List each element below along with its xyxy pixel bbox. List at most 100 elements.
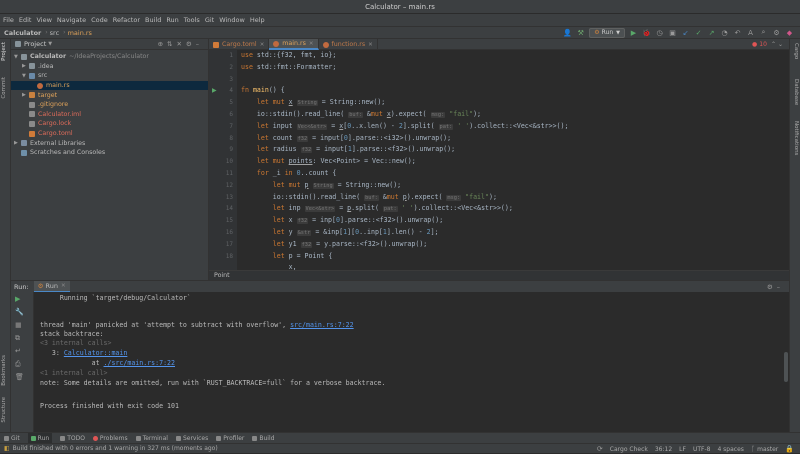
build-hammer-icon[interactable]: ⚒ <box>576 28 585 37</box>
frame-link[interactable]: Calculator::main <box>64 349 128 357</box>
tab-function-rs[interactable]: function.rs ✕ <box>319 39 378 50</box>
tree-item-cargo-toml[interactable]: Cargo.toml <box>11 129 208 139</box>
restore-layout-icon[interactable]: ⧉ <box>15 334 20 343</box>
tool-problems[interactable]: Problems <box>92 435 128 442</box>
coverage-icon[interactable]: ▣ <box>668 28 677 37</box>
tree-item-scratches[interactable]: Scratches and Consoles <box>11 148 208 158</box>
cargo-check-widget[interactable]: Cargo Check <box>610 446 648 453</box>
minimize-icon[interactable]: – <box>777 283 784 291</box>
git-push-icon[interactable]: ↗ <box>707 28 716 37</box>
menu-view[interactable]: View <box>36 14 51 26</box>
run-panel-actions[interactable]: ⚙– <box>767 283 784 291</box>
menu-navigate[interactable]: Navigate <box>57 14 86 26</box>
chevron-down-icon[interactable]: ▼ <box>48 41 52 47</box>
revert-icon[interactable]: ↶ <box>733 28 742 37</box>
git-update-icon[interactable]: ↙ <box>681 28 690 37</box>
menu-build[interactable]: Build <box>145 14 161 26</box>
chevron-down-icon[interactable]: ⌄ <box>778 41 783 48</box>
tool-bookmarks[interactable]: Bookmarks <box>1 355 7 386</box>
debug-icon[interactable]: 🐞 <box>642 28 651 37</box>
translate-icon[interactable]: A <box>746 28 755 37</box>
run-icon[interactable]: ▶ <box>629 28 638 37</box>
git-branch[interactable]: master <box>757 446 778 453</box>
close-icon[interactable]: ✕ <box>260 42 265 48</box>
git-commit-icon[interactable]: ✓ <box>694 28 703 37</box>
menu-code[interactable]: Code <box>91 14 108 26</box>
console-scrollbar[interactable] <box>784 352 788 382</box>
tree-item-external-libraries[interactable]: ▶ External Libraries <box>11 138 208 148</box>
tool-run[interactable]: Run <box>27 432 53 444</box>
tab-main-rs[interactable]: main.rs ✕ <box>269 39 319 50</box>
indent-setting[interactable]: 4 spaces <box>717 446 743 453</box>
menu-refactor[interactable]: Refactor <box>113 14 140 26</box>
stop-icon[interactable]: ■ <box>15 321 22 329</box>
tool-build[interactable]: Build <box>252 435 274 442</box>
tree-item-calculator[interactable]: ▼ Calculator ~/IdeaProjects/Calculator <box>11 52 208 62</box>
rerun-icon[interactable]: ▶ <box>15 295 20 303</box>
line-separator[interactable]: LF <box>679 446 686 453</box>
chevron-down-icon[interactable]: ▼ <box>22 73 28 79</box>
editor-gutter[interactable]: 1 2 3 4 ▶ 5 6 7 8 9 10 11 12 13 14 15 16… <box>209 50 237 270</box>
wrap-icon[interactable]: ↵ <box>15 347 21 355</box>
lock-icon[interactable]: 🔒 <box>785 445 794 453</box>
chevron-up-icon[interactable]: ⌃ <box>771 41 776 48</box>
tree-item-target[interactable]: ▶ target <box>11 90 208 100</box>
tool-profiler[interactable]: Profiler <box>216 435 244 442</box>
tool-database[interactable]: Database <box>793 79 799 105</box>
menu-edit[interactable]: Edit <box>19 14 32 26</box>
menu-window[interactable]: Window <box>219 14 245 26</box>
tool-git[interactable]: Git <box>4 435 20 442</box>
run-configuration-select[interactable]: ⚙ Run ▼ <box>589 27 625 38</box>
console-line[interactable]: <3 internal calls> <box>40 339 111 348</box>
crumb-src[interactable]: src <box>50 29 60 37</box>
tool-project[interactable]: Project <box>1 42 7 61</box>
tool-structure[interactable]: Structure <box>1 397 7 423</box>
project-panel-actions[interactable]: ⊕⇅✕⚙– <box>158 40 203 48</box>
tree-item-main-rs[interactable]: main.rs <box>11 80 208 91</box>
run-tab[interactable]: ⚙ Run ✕ <box>33 280 70 293</box>
tab-cargo-toml[interactable]: Cargo.toml ✕ <box>209 39 270 50</box>
print-icon[interactable]: ⎙ <box>15 360 21 369</box>
tool-services[interactable]: Services <box>175 435 208 442</box>
close-icon[interactable]: ✕ <box>309 41 314 47</box>
code-editor[interactable]: use std::{f32, fmt, io}; use std::fmt::F… <box>237 50 789 270</box>
locate-icon[interactable]: ⊕ <box>158 40 167 48</box>
tool-todo[interactable]: TODO <box>60 435 85 442</box>
search-icon[interactable]: ⌕ <box>759 28 768 37</box>
jetbrains-logo-icon[interactable]: ◆ <box>785 28 794 37</box>
caret-position[interactable]: 36:12 <box>655 446 672 453</box>
gear-icon[interactable]: ⚙ <box>772 28 781 37</box>
close-icon[interactable]: ✕ <box>61 283 66 289</box>
gear-icon[interactable]: ⚙ <box>186 40 196 48</box>
tree-item-cargo-lock[interactable]: Cargo.lock <box>11 119 208 129</box>
crumb-project[interactable]: Calculator <box>4 29 41 37</box>
status-message[interactable]: Build finished with 0 errors and 1 warni… <box>13 445 218 452</box>
tree-item-idea[interactable]: ▶ .idea <box>11 62 208 72</box>
tool-notifications[interactable]: Notifications <box>793 121 799 155</box>
editor-inspections[interactable]: ● 10 ⌃ ⌄ <box>752 39 789 49</box>
menu-file[interactable]: File <box>3 14 14 26</box>
minimize-icon[interactable]: – <box>196 40 203 48</box>
user-icon[interactable]: 👤 <box>563 28 572 37</box>
chevron-down-icon[interactable]: ▼ <box>14 54 20 60</box>
editor-breadcrumb[interactable]: Point <box>209 270 789 280</box>
tree-item-src[interactable]: ▼ src <box>11 71 208 81</box>
tool-cargo[interactable]: Cargo <box>793 43 799 59</box>
crumb-file[interactable]: main.rs <box>68 29 92 37</box>
menu-run[interactable]: Run <box>166 14 178 26</box>
wrench-icon[interactable]: 🔧 <box>15 308 24 316</box>
trash-icon[interactable]: 🗑 <box>15 373 24 381</box>
source-link[interactable]: src/main.rs:7:22 <box>290 321 354 329</box>
menu-help[interactable]: Help <box>250 14 265 26</box>
sync-icon[interactable]: ⟳ <box>597 445 603 453</box>
run-gutter-icon[interactable]: ▶ <box>212 87 217 94</box>
menu-tools[interactable]: Tools <box>184 14 200 26</box>
source-link[interactable]: ./src/main.rs:7:22 <box>104 359 175 367</box>
history-icon[interactable]: ◔ <box>720 28 729 37</box>
console-line[interactable]: <1 internal call> <box>40 369 108 378</box>
close-icon[interactable]: ✕ <box>176 40 185 48</box>
file-encoding[interactable]: UTF-8 <box>693 446 711 453</box>
tool-terminal[interactable]: Terminal <box>135 435 168 442</box>
tool-commit[interactable]: Commit <box>1 77 7 99</box>
gear-icon[interactable]: ⚙ <box>767 283 777 291</box>
